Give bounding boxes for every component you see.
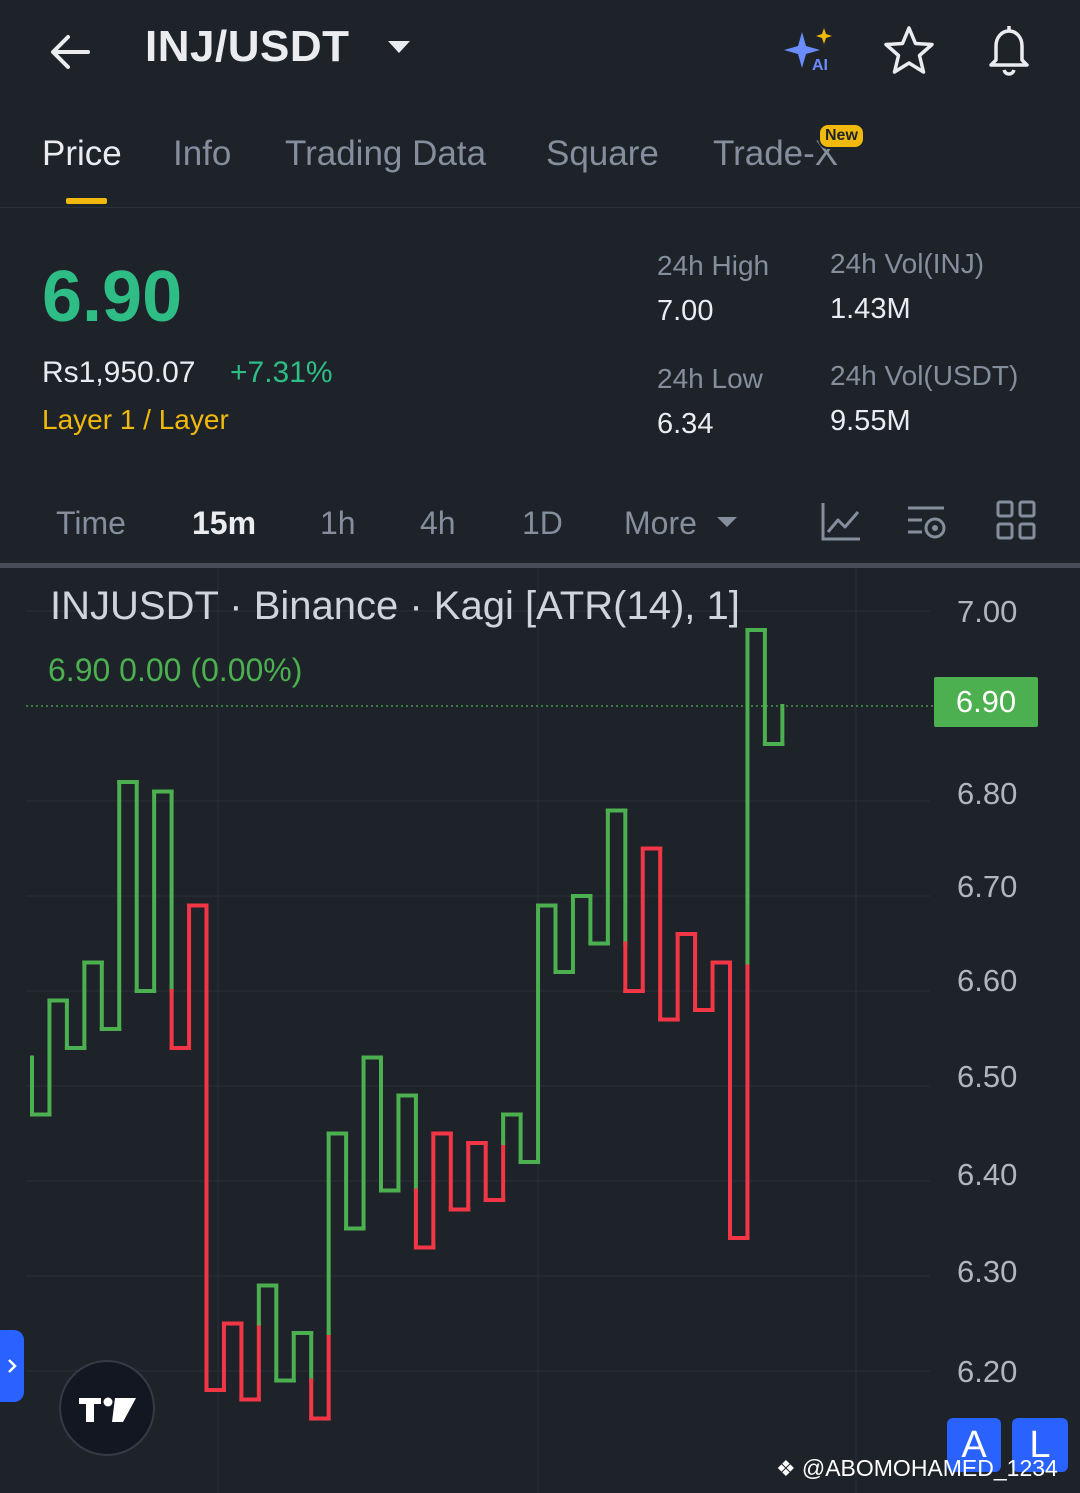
y-tick: 6.80: [957, 776, 1018, 811]
timeframe-4h[interactable]: 4h: [420, 505, 456, 542]
chart-ohlc-readout: 6.90 0.00 (0.00%): [48, 652, 303, 688]
tab-trading-data[interactable]: Trading Data: [285, 134, 486, 174]
y-tick: 6.30: [957, 1254, 1018, 1289]
tradingview-logo-icon[interactable]: [59, 1360, 155, 1456]
kagi-series: [30, 628, 785, 1421]
y-tick: 6.50: [957, 1059, 1018, 1094]
chart-settings-icon[interactable]: [906, 500, 950, 547]
tab-square[interactable]: Square: [546, 134, 659, 174]
y-tick: 7.00: [957, 594, 1018, 629]
y-tick: 6.20: [957, 1354, 1018, 1389]
low-label: 24h Low: [657, 363, 763, 394]
high-label: 24h High: [657, 250, 770, 281]
timeframe-time[interactable]: Time: [56, 505, 126, 542]
low-value: 6.34: [657, 408, 714, 440]
timeframe-more[interactable]: More: [624, 505, 697, 542]
last-price: 6.90: [42, 257, 183, 337]
header-divider: [0, 207, 1080, 208]
side-panel-handle[interactable]: [0, 1330, 24, 1402]
new-badge: New: [818, 123, 865, 149]
change-percent: +7.31%: [230, 356, 333, 389]
category-tag[interactable]: Layer 1 / Layer: [42, 404, 229, 436]
timeframe-1d[interactable]: 1D: [522, 505, 563, 542]
vol-quote-label: 24h Vol(USDT): [830, 360, 1019, 391]
chart-title: INJUSDT · Binance · Kagi [ATR(14), 1]: [50, 584, 740, 628]
timeframe-15m[interactable]: 15m: [192, 505, 256, 542]
high-value: 7.00: [657, 295, 714, 327]
grid: [26, 568, 930, 1493]
timeframe-1h[interactable]: 1h: [320, 505, 356, 542]
bell-icon[interactable]: [982, 22, 1036, 83]
vol-base-value: 1.43M: [830, 293, 911, 325]
tab-info[interactable]: Info: [173, 134, 231, 174]
y-tick: 6.70: [957, 869, 1018, 904]
layout-grid-icon[interactable]: [996, 500, 1036, 545]
ai-sparkle-icon[interactable]: AI: [782, 26, 838, 81]
pair-dropdown-caret-icon[interactable]: [386, 38, 412, 61]
binance-diamond-icon: ❖: [776, 1456, 802, 1481]
kagi-chart[interactable]: [0, 568, 1080, 1493]
indicator-chart-icon[interactable]: [820, 500, 862, 547]
more-caret-icon[interactable]: [716, 515, 738, 534]
vol-quote-value: 9.55M: [830, 405, 911, 437]
star-icon[interactable]: [882, 24, 936, 83]
y-tick: 6.40: [957, 1157, 1018, 1192]
svg-text:AI: AI: [812, 57, 828, 74]
y-tick: 6.60: [957, 963, 1018, 998]
active-tab-indicator: [66, 198, 107, 204]
pair-title[interactable]: INJ/USDT: [145, 22, 349, 72]
back-arrow-icon[interactable]: [44, 26, 96, 78]
watermark-text: @ABOMOHAMED_1234: [801, 1455, 1058, 1481]
fiat-price: Rs1,950.07: [42, 356, 196, 389]
watermark: ❖ @ABOMOHAMED_1234: [776, 1455, 1058, 1482]
vol-base-label: 24h Vol(INJ): [830, 248, 985, 279]
tab-price[interactable]: Price: [42, 134, 122, 174]
last-price-axis-label: 6.90: [934, 677, 1038, 727]
